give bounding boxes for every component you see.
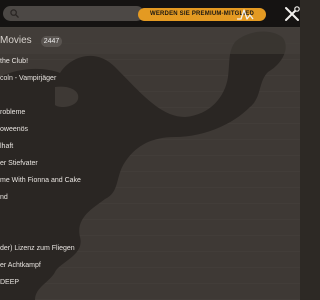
tools-icon[interactable]: [283, 5, 301, 23]
list-item[interactable]: lhaft: [0, 139, 300, 155]
search-input[interactable]: [23, 6, 139, 21]
section-header: Movies 2447: [0, 27, 300, 54]
top-bar: WERDEN SIE PREMIUM-MITGLIED: [0, 0, 300, 27]
list-item[interactable]: [0, 88, 300, 104]
list-item[interactable]: er Stiefvater: [0, 156, 300, 172]
page-title: Movies: [0, 35, 32, 46]
list-item[interactable]: [0, 207, 300, 223]
content-area: Movies 2447 the Club! coln - Vampirjäger…: [0, 27, 300, 300]
list-item[interactable]: coln - Vampirjäger: [0, 71, 300, 87]
list-item[interactable]: [0, 224, 300, 240]
list-item[interactable]: der) Lizenz zum Fliegen: [0, 241, 300, 257]
list-item[interactable]: me With Fionna and Cake: [0, 173, 300, 189]
list-item[interactable]: oweenös: [0, 122, 300, 138]
activity-icon[interactable]: [236, 5, 254, 23]
list-item[interactable]: er Achtkampf: [0, 258, 300, 274]
list-item[interactable]: robleme: [0, 105, 300, 121]
list-item[interactable]: the Club!: [0, 54, 300, 70]
search-icon: [10, 9, 19, 18]
count-badge: 2447: [41, 36, 62, 47]
search-box[interactable]: [3, 6, 144, 21]
list-item[interactable]: DEEP: [0, 275, 300, 291]
list-item[interactable]: nd: [0, 190, 300, 206]
